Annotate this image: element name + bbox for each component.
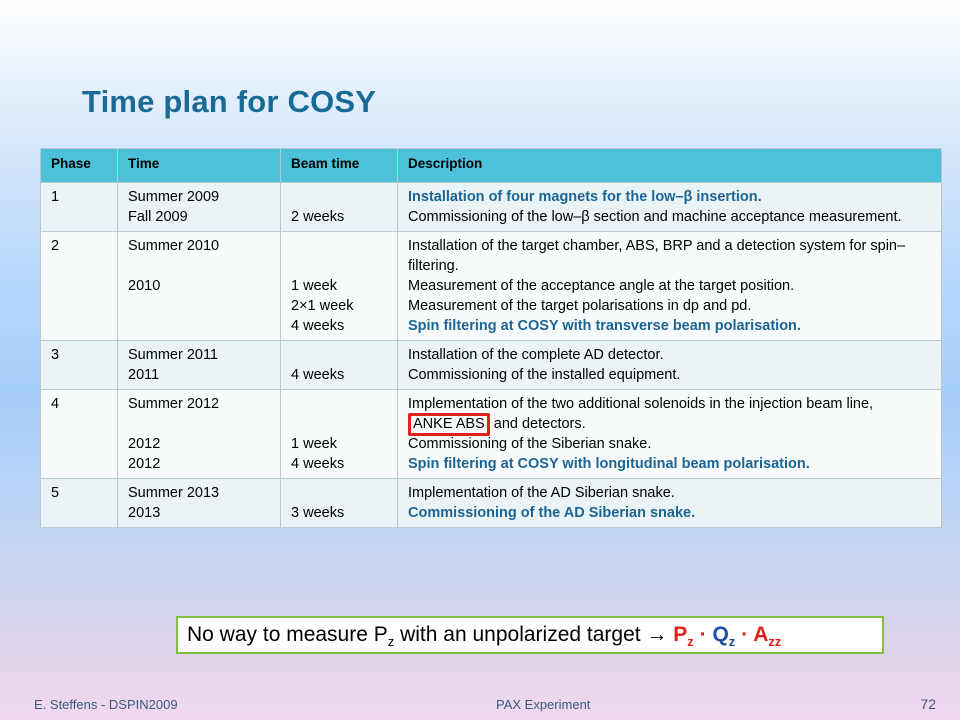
beam-time-cell: 1 week 2×1 week 4 weeks (280, 231, 398, 341)
time-line: Summer 2012 (128, 396, 220, 412)
description-line: Spin filtering at COSY with longitudinal… (408, 456, 810, 472)
time-line: 2010 (128, 278, 161, 294)
description-text: Implementation of the two additional sol… (408, 396, 874, 412)
beam-line: 1 week (291, 436, 337, 452)
time-line: 2013 (128, 505, 161, 521)
note-a-symbol: Azz (753, 623, 782, 650)
description-line: Implementation of the AD Siberian snake. (408, 485, 675, 501)
time-line: Fall 2009 (128, 209, 188, 225)
table-row: 2 Summer 2010 2010 1 week 2×1 week 4 wee… (40, 231, 942, 341)
footer-author: E. Steffens - DSPIN2009 (34, 697, 178, 712)
description-cell: Implementation of the two additional sol… (397, 389, 942, 479)
description-cell: Installation of the complete AD detector… (397, 340, 942, 390)
beam-line: 1 week (291, 278, 337, 294)
note-dot: · (735, 623, 754, 646)
description-line: Implementation of the two additional sol… (408, 394, 931, 436)
description-cell: Installation of the target chamber, ABS,… (397, 231, 942, 341)
note-p-symbol: Pz (673, 623, 694, 649)
anke-abs-highlight-box: ANKE ABS (408, 413, 490, 436)
time-line (128, 256, 270, 276)
description-line: Installation of four magnets for the low… (408, 189, 762, 205)
conclusion-note-box: No way to measure Pz with an unpolarized… (176, 616, 884, 654)
note-q-symbol: Qz (712, 623, 735, 649)
footer-title: PAX Experiment (496, 697, 591, 712)
time-line: 2011 (128, 367, 160, 383)
time-cell: Summer 2011 2011 (117, 340, 281, 390)
beam-line (291, 256, 387, 276)
beam-line (291, 345, 387, 365)
beam-line: 4 weeks (291, 456, 345, 472)
description-line: Commissioning of the Siberian snake. (408, 436, 652, 452)
description-cell: Installation of four magnets for the low… (397, 182, 942, 232)
note-text: with an unpolarized target → (394, 623, 674, 646)
description-cell: Implementation of the AD Siberian snake.… (397, 478, 942, 528)
time-line: Summer 2011 (128, 347, 218, 363)
description-line: Installation of the target chamber, ABS,… (408, 238, 906, 274)
table-row: 5 Summer 2013 2013 3 weeks Implementatio… (40, 478, 942, 528)
time-line: 2012 (128, 456, 161, 472)
description-line: Measurement of the acceptance angle at t… (408, 278, 795, 294)
beam-time-cell: 2 weeks (280, 182, 398, 232)
beam-time-cell: 4 weeks (280, 340, 398, 390)
time-cell: Summer 2009 Fall 2009 (117, 182, 281, 232)
note-p-letter: P (673, 623, 688, 646)
beam-line (291, 394, 387, 414)
phase-cell: 5 (40, 478, 118, 528)
header-time: Time (117, 148, 281, 183)
description-line: Spin filtering at COSY with transverse b… (408, 318, 801, 334)
beam-line: 3 weeks (291, 505, 345, 521)
time-cell: Summer 2010 2010 (117, 231, 281, 341)
phase-cell: 4 (40, 389, 118, 479)
note-a-sub: zz (768, 634, 782, 650)
table-row: 3 Summer 2011 2011 4 weeks Installation … (40, 340, 942, 390)
time-line: Summer 2013 (128, 485, 220, 501)
table-row: 1 Summer 2009 Fall 2009 2 weeks Installa… (40, 182, 942, 232)
page-number: 72 (920, 696, 936, 712)
beam-line: 4 weeks (291, 318, 345, 334)
description-line: Measurement of the target polarisations … (408, 298, 752, 314)
description-text: and detectors. (493, 416, 586, 432)
beam-line: 2 weeks (291, 209, 345, 225)
table-header-row: Phase Time Beam time Description (40, 148, 942, 183)
phase-cell: 3 (40, 340, 118, 390)
beam-line (291, 414, 387, 434)
beam-time-cell: 1 week 4 weeks (280, 389, 398, 479)
note-dot: · (693, 623, 713, 646)
note-q-letter: Q (712, 623, 729, 646)
time-line: Summer 2010 (128, 238, 220, 254)
beam-time-cell: 3 weeks (280, 478, 398, 528)
beam-line (291, 483, 387, 503)
time-line: Summer 2009 (128, 189, 220, 205)
description-line: Installation of the complete AD detector… (408, 347, 664, 363)
beam-line: 4 weeks (291, 367, 345, 383)
time-plan-table: Phase Time Beam time Description 1 Summe… (40, 148, 942, 528)
phase-cell: 2 (40, 231, 118, 341)
slide-title: Time plan for COSY (82, 84, 377, 119)
header-beam-time: Beam time (280, 148, 398, 183)
header-description: Description (397, 148, 942, 183)
phase-cell: 1 (40, 182, 118, 232)
description-line: Commissioning of the low–β section and m… (408, 209, 902, 225)
beam-line (291, 187, 387, 207)
beam-line: 2×1 week (291, 298, 354, 314)
description-line: Commissioning of the installed equipment… (408, 367, 681, 383)
beam-line (291, 236, 387, 256)
table-row: 4 Summer 2012 2012 2012 1 week 4 weeks I… (40, 389, 942, 479)
note-a-letter: A (753, 623, 769, 646)
time-line (128, 414, 270, 434)
time-cell: Summer 2012 2012 2012 (117, 389, 281, 479)
time-line: 2012 (128, 436, 161, 452)
description-line: Commissioning of the AD Siberian snake. (408, 505, 696, 521)
time-cell: Summer 2013 2013 (117, 478, 281, 528)
header-phase: Phase (40, 148, 118, 183)
note-text: No way to measure P (187, 623, 388, 646)
